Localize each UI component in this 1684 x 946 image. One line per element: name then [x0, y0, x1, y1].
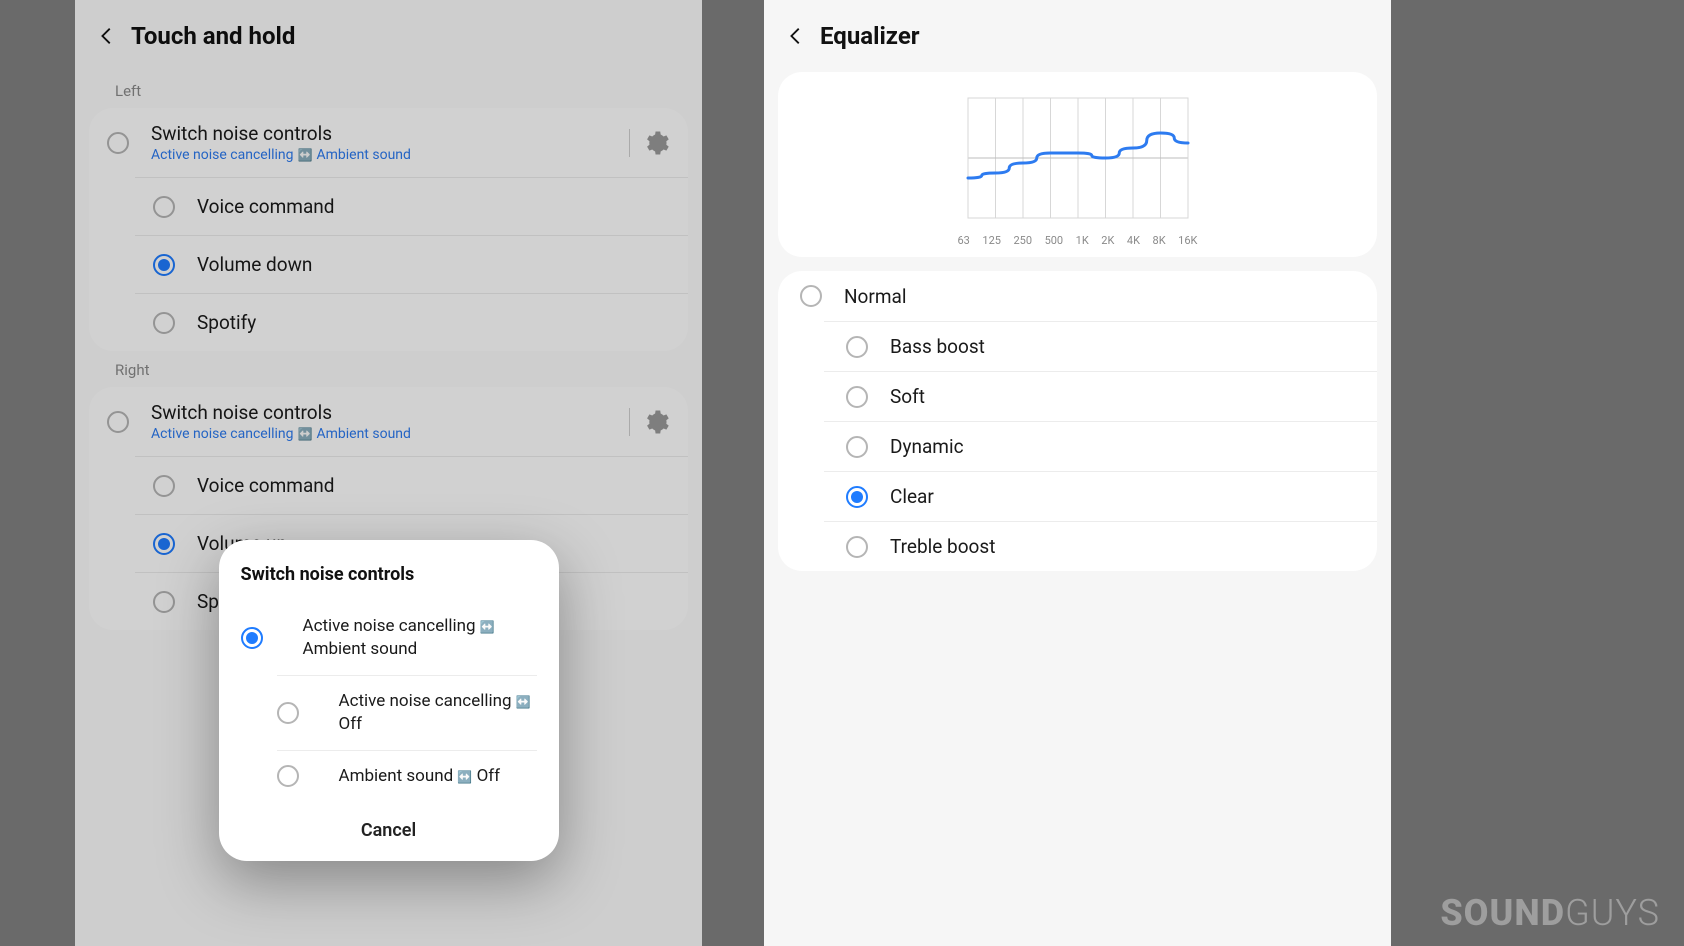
preset-dynamic[interactable]: Dynamic — [824, 421, 1377, 471]
dialog-title: Switch noise controls — [241, 564, 537, 585]
swap-icon: ↔️ — [298, 148, 313, 162]
screen-header: Equalizer — [764, 0, 1391, 72]
option-switch-noise-left[interactable]: Switch noise controls Active noise cance… — [89, 108, 688, 177]
preset-bass-boost[interactable]: Bass boost — [824, 321, 1377, 371]
equalizer-screen: Equalizer 631252505001K2K4K8K16K Normal … — [764, 0, 1391, 946]
preset-normal[interactable]: Normal — [778, 271, 1377, 321]
radio-selected — [241, 627, 263, 649]
swap-icon: ↔️ — [457, 769, 472, 785]
watermark: SOUNDGUYS — [1440, 892, 1660, 934]
equalizer-chart-card: 631252505001K2K4K8K16K — [778, 72, 1377, 257]
section-label-left: Left — [75, 72, 702, 108]
dialog-option-ambient-off[interactable]: Ambient sound ↔️ Off — [277, 750, 537, 802]
back-button[interactable] — [95, 24, 119, 48]
eq-curve-chart — [958, 88, 1198, 228]
dialog-option-anc-off[interactable]: Active noise cancelling ↔️ Off — [277, 675, 537, 750]
radio-unselected — [846, 386, 868, 408]
option-switch-noise-right[interactable]: Switch noise controls Active noise cance… — [89, 387, 688, 456]
radio-unselected — [277, 765, 299, 787]
page-title: Touch and hold — [131, 22, 295, 50]
gear-icon[interactable] — [642, 129, 670, 157]
cancel-button[interactable]: Cancel — [241, 802, 537, 851]
radio-unselected — [846, 336, 868, 358]
radio-unselected — [846, 536, 868, 558]
radio-unselected — [153, 196, 175, 218]
radio-selected — [153, 254, 175, 276]
back-button[interactable] — [784, 24, 808, 48]
radio-selected — [153, 533, 175, 555]
option-voice-command-right[interactable]: Voice command — [135, 456, 688, 514]
divider — [629, 408, 630, 436]
switch-noise-dialog: Switch noise controls Active noise cance… — [219, 540, 559, 861]
eq-frequency-labels: 631252505001K2K4K8K16K — [958, 234, 1198, 247]
chevron-left-icon — [785, 25, 807, 47]
radio-unselected — [846, 436, 868, 458]
radio-unselected — [107, 132, 129, 154]
gear-icon[interactable] — [642, 408, 670, 436]
option-spotify-left[interactable]: Spotify — [135, 293, 688, 351]
radio-selected — [846, 486, 868, 508]
left-earbud-options: Switch noise controls Active noise cance… — [89, 108, 688, 351]
radio-unselected — [153, 312, 175, 334]
radio-unselected — [277, 702, 299, 724]
swap-icon: ↔️ — [480, 619, 495, 635]
divider — [629, 129, 630, 157]
touch-and-hold-screen: Touch and hold Left Switch noise control… — [75, 0, 702, 946]
swap-icon: ↔️ — [298, 427, 313, 441]
preset-treble-boost[interactable]: Treble boost — [824, 521, 1377, 571]
option-voice-command-left[interactable]: Voice command — [135, 177, 688, 235]
radio-unselected — [107, 411, 129, 433]
section-label-right: Right — [75, 351, 702, 387]
screen-header: Touch and hold — [75, 0, 702, 72]
preset-clear[interactable]: Clear — [824, 471, 1377, 521]
chevron-left-icon — [96, 25, 118, 47]
swap-icon: ↔️ — [516, 694, 531, 710]
radio-unselected — [153, 475, 175, 497]
page-title: Equalizer — [820, 22, 920, 50]
option-volume-down-left[interactable]: Volume down — [135, 235, 688, 293]
dialog-option-anc-ambient[interactable]: Active noise cancelling ↔️ Ambient sound — [241, 601, 537, 675]
equalizer-presets: Normal Bass boost Soft Dynamic Clear Tre… — [778, 271, 1377, 571]
radio-unselected — [800, 285, 822, 307]
preset-soft[interactable]: Soft — [824, 371, 1377, 421]
radio-unselected — [153, 591, 175, 613]
